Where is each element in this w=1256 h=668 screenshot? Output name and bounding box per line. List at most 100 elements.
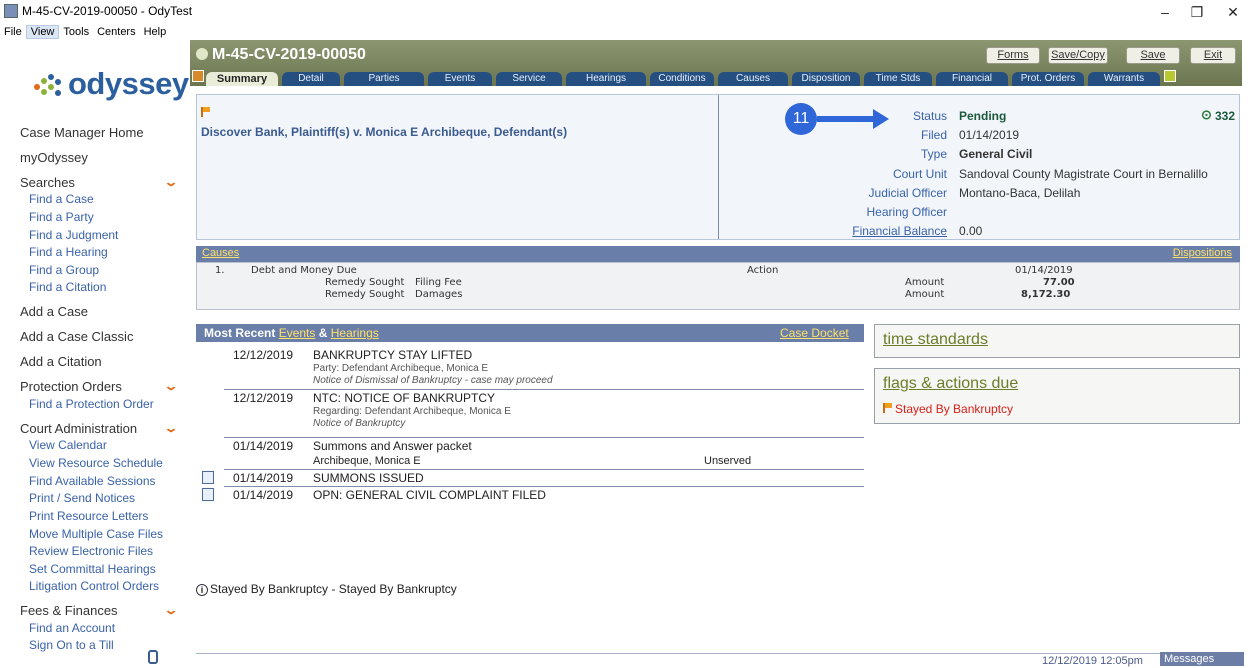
nav-view-resource-schedule[interactable]: View Resource Schedule xyxy=(29,456,163,470)
tab-parties[interactable]: Parties xyxy=(344,72,424,86)
event-date: 01/14/2019 xyxy=(233,488,294,502)
protection-chevron-icon[interactable]: ⌄ xyxy=(163,379,178,393)
nav-find-available-sessions[interactable]: Find Available Sessions xyxy=(29,474,156,488)
tab-time-stds[interactable]: Time Stds xyxy=(864,72,932,86)
tab-conditions[interactable]: Conditions xyxy=(650,72,714,86)
lock-icon[interactable] xyxy=(148,650,158,664)
nav-find-group[interactable]: Find a Group xyxy=(29,263,99,277)
court-unit-value: Sandoval County Magistrate Court in Bern… xyxy=(959,167,1208,181)
time-standards-panel: time standards xyxy=(874,324,1240,358)
tab-causes[interactable]: Causes xyxy=(718,72,788,86)
nav-fees-finances[interactable]: Fees & Finances xyxy=(20,603,118,618)
status-value: Pending xyxy=(959,109,1007,123)
save-button[interactable]: Save xyxy=(1126,47,1180,64)
event-divider xyxy=(224,437,864,438)
save-copy-button[interactable]: Save/Copy xyxy=(1048,47,1108,64)
dispositions-link[interactable]: Dispositions xyxy=(1173,247,1232,259)
event-title: NTC: NOTICE OF BANKRUPTCY xyxy=(313,391,496,405)
case-number: M-45-CV-2019-00050 xyxy=(212,46,366,63)
remedy-label: Remedy Sought xyxy=(325,289,405,300)
menu-tools[interactable]: Tools xyxy=(59,26,93,38)
nav-searches[interactable]: Searches xyxy=(20,175,75,190)
nav-set-committal-hearings[interactable]: Set Committal Hearings xyxy=(29,562,156,576)
nav-move-multiple-case-files[interactable]: Move Multiple Case Files xyxy=(29,527,163,541)
tab-summary[interactable]: Summary xyxy=(206,72,278,86)
flags-amp: & xyxy=(921,375,932,392)
tabs-home-icon[interactable] xyxy=(192,70,204,82)
nav-case-manager-home[interactable]: Case Manager Home xyxy=(20,125,144,140)
tab-financial[interactable]: Financial xyxy=(936,72,1008,86)
flag-item[interactable]: Stayed By Bankruptcy xyxy=(895,402,1013,416)
forms-button[interactable]: Forms xyxy=(986,47,1040,64)
nav-view-calendar[interactable]: View Calendar xyxy=(29,438,107,452)
menu-centers[interactable]: Centers xyxy=(93,26,140,38)
minimize-button[interactable]: – xyxy=(1150,2,1180,22)
tab-disposition[interactable]: Disposition xyxy=(792,72,860,86)
events-link[interactable]: Events xyxy=(279,326,316,340)
nav-add-case-classic[interactable]: Add a Case Classic xyxy=(20,329,133,344)
financial-balance-link[interactable]: Financial Balance xyxy=(797,224,947,238)
case-tabs: Summary Detail Parties Events Service He… xyxy=(190,70,1242,86)
close-button[interactable]: ✕ xyxy=(1218,2,1248,22)
menu-view[interactable]: View xyxy=(25,25,60,39)
menu-help[interactable]: Help xyxy=(140,26,171,38)
stayed-notice: i Stayed By Bankruptcy - Stayed By Bankru… xyxy=(196,582,457,596)
nav-find-party[interactable]: Find a Party xyxy=(29,210,94,224)
nav-myodyssey[interactable]: myOdyssey xyxy=(20,150,88,165)
info-icon: i xyxy=(196,584,208,596)
tab-warrants[interactable]: Warrants xyxy=(1088,72,1160,86)
event-title: BANKRUPTCY STAY LIFTED xyxy=(313,348,473,362)
event-title: SUMMONS ISSUED xyxy=(313,471,424,485)
nav-review-electronic-files[interactable]: Review Electronic Files xyxy=(29,544,153,558)
cause-number: 1. xyxy=(215,265,225,276)
nav-add-case[interactable]: Add a Case xyxy=(20,304,88,319)
days-counter: 332 xyxy=(1215,109,1236,123)
nav-print-resource-letters[interactable]: Print Resource Letters xyxy=(29,509,148,523)
tab-service[interactable]: Service xyxy=(496,72,562,86)
logo-text: odyssey xyxy=(68,66,189,101)
exit-button[interactable]: Exit xyxy=(1190,47,1236,64)
cause-type: Action xyxy=(747,265,779,276)
tab-events[interactable]: Events xyxy=(428,72,492,86)
tab-hearings[interactable]: Hearings xyxy=(566,72,646,86)
fees-chevron-icon[interactable]: ⌄ xyxy=(163,603,178,617)
restore-button[interactable]: ❐ xyxy=(1182,2,1212,22)
nav-print-send-notices[interactable]: Print / Send Notices xyxy=(29,491,135,505)
nav-find-judgment[interactable]: Find a Judgment xyxy=(29,228,118,242)
nav-litigation-control-orders[interactable]: Litigation Control Orders xyxy=(29,579,159,593)
nav-find-hearing[interactable]: Find a Hearing xyxy=(29,245,108,259)
nav-protection-orders[interactable]: Protection Orders xyxy=(20,379,122,394)
document-icon[interactable] xyxy=(202,488,214,501)
document-icon[interactable] xyxy=(202,471,214,484)
nav-add-citation[interactable]: Add a Citation xyxy=(20,354,102,369)
hearings-link[interactable]: Hearings xyxy=(331,326,379,340)
nav-find-account[interactable]: Find an Account xyxy=(29,621,115,635)
tab-detail[interactable]: Detail xyxy=(282,72,340,86)
event-title: Summons and Answer packet xyxy=(313,439,472,453)
tabs-more-icon[interactable] xyxy=(1164,70,1176,82)
tab-prot-orders[interactable]: Prot. Orders xyxy=(1012,72,1084,86)
sidebar: odyssey Case Manager Home myOdyssey Sear… xyxy=(0,40,190,668)
time-standards-link[interactable]: time standards xyxy=(883,331,988,349)
event-divider xyxy=(224,389,864,390)
nav-sign-on-till[interactable]: Sign On to a Till xyxy=(29,638,114,652)
menu-file[interactable]: File xyxy=(0,26,26,38)
nav-court-administration[interactable]: Court Administration xyxy=(20,421,137,436)
nav-find-citation[interactable]: Find a Citation xyxy=(29,280,106,294)
stayed-text: Stayed By Bankruptcy - Stayed By Bankrup… xyxy=(210,582,457,596)
court-admin-chevron-icon[interactable]: ⌄ xyxy=(163,421,178,435)
app-icon xyxy=(4,4,18,18)
messages-button[interactable]: Messages xyxy=(1160,652,1244,666)
nav-find-protection-order[interactable]: Find a Protection Order xyxy=(29,397,154,411)
event-date: 12/12/2019 xyxy=(233,348,294,362)
actions-due-link[interactable]: actions due xyxy=(936,375,1018,392)
window-title: M-45-CV-2019-00050 - OdyTest xyxy=(22,4,193,18)
causes-link[interactable]: Causes xyxy=(202,247,239,259)
causes-body: 1. Debt and Money Due Action 01/14/2019 … xyxy=(196,262,1240,310)
searches-chevron-icon[interactable]: ⌄ xyxy=(163,175,178,189)
recent-amp: & xyxy=(318,326,328,340)
nav-find-case[interactable]: Find a Case xyxy=(29,192,94,206)
collapse-icon[interactable] xyxy=(196,48,208,60)
flags-link[interactable]: flags xyxy=(883,375,917,392)
case-docket-link[interactable]: Case Docket xyxy=(780,326,849,340)
